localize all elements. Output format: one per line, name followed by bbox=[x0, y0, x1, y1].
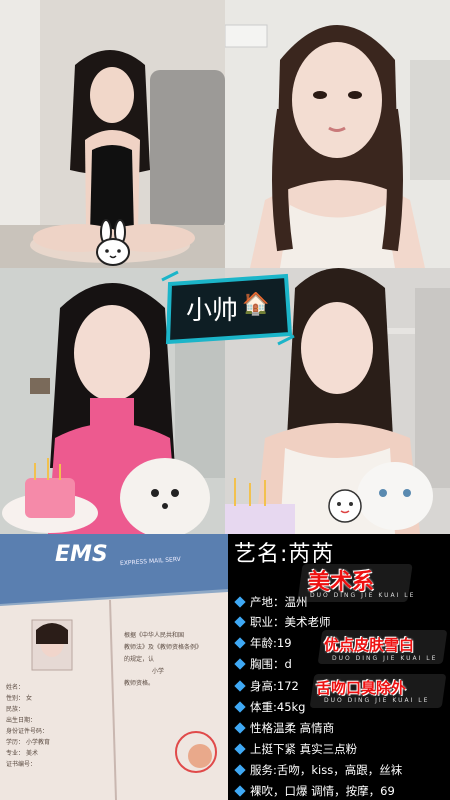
diamond-icon bbox=[234, 743, 246, 755]
cert-line: 教师资格。 bbox=[124, 680, 155, 687]
rabbit-sticker-icon bbox=[96, 219, 130, 266]
info-row-personality: 性格温柔 高情商 bbox=[234, 720, 334, 736]
profile-info-panel: 艺名:芮芮 美术系 DUO DING JIE KUAI LE 产地：温州 职业：… bbox=[228, 534, 450, 800]
diamond-icon bbox=[234, 701, 246, 713]
cert-line: 根据《中华人民共和国 bbox=[124, 632, 185, 639]
info-row-age: 年龄:19 bbox=[234, 635, 292, 651]
photo-sofa bbox=[0, 0, 225, 268]
info-row-text: 体重:45kg bbox=[250, 700, 306, 714]
info-row-text: 身高:172 bbox=[250, 679, 299, 693]
field-label: 出生日期： bbox=[6, 717, 37, 724]
field-label: 姓名： bbox=[6, 684, 25, 691]
diamond-icon bbox=[234, 658, 246, 670]
field-label: 学历： bbox=[6, 739, 25, 746]
sticker-subtitle: DUO DING JIE KUAI LE bbox=[324, 697, 430, 704]
cert-line: 小学 bbox=[152, 668, 165, 675]
ems-logo: EMS bbox=[55, 542, 108, 567]
house-icon: 🏠 bbox=[242, 292, 270, 317]
sticker-kiss: 舌吻口臭除外 bbox=[316, 679, 407, 697]
info-row-origin: 产地：温州 bbox=[234, 594, 308, 610]
diamond-icon bbox=[234, 596, 246, 608]
field-label: 性别： bbox=[6, 695, 25, 702]
info-row-bust: 胸围：d bbox=[234, 656, 292, 672]
name-badge: 小帅 🏠 bbox=[158, 262, 298, 354]
badge-label: 小帅 bbox=[186, 296, 239, 326]
certificate-text: 根据《中华人民共和国 教师法》及《教师资格条例》 的规定，认 小学 教师资格。 bbox=[124, 630, 202, 690]
photo-braids-image bbox=[225, 0, 450, 268]
info-row-job: 职业：美术老师 bbox=[234, 614, 331, 630]
diamond-icon bbox=[234, 616, 246, 628]
field-value: 女 bbox=[25, 695, 32, 702]
diamond-icon bbox=[234, 680, 246, 692]
info-row-services-2: 裸吹，口爆 调情，按摩，69 bbox=[234, 783, 395, 799]
info-row-text: 性格温柔 高情商 bbox=[250, 721, 335, 735]
field-value: 美术 bbox=[25, 750, 38, 757]
info-row-services: 服务:舌吻，kiss，高跟，丝袜 bbox=[234, 762, 402, 778]
info-row-text: 年龄:19 bbox=[250, 636, 292, 650]
sticker-subtitle: DUO DING JIE KUAI LE bbox=[332, 655, 438, 662]
field-label: 专业： bbox=[6, 750, 25, 757]
photo-teacher-certificate: EMS EXPRESS MAIL SERV 根据《中华人民共和国 教师法》及《教… bbox=[0, 534, 228, 800]
field-label: 身份证件号码： bbox=[6, 728, 49, 735]
diamond-icon bbox=[234, 764, 246, 776]
field-label: 民族： bbox=[6, 706, 25, 713]
cert-line: 的规定，认 bbox=[124, 656, 155, 663]
info-row-text: 胸围：d bbox=[250, 657, 292, 671]
certificate-fields: 姓名： 性别： 女 民族： 出生日期： 身份证件号码： 学历： 小学教育 专业：… bbox=[6, 682, 50, 770]
diamond-icon bbox=[234, 637, 246, 649]
info-row-weight: 体重:45kg bbox=[234, 699, 305, 715]
info-row-text: 职业：美术老师 bbox=[250, 615, 331, 629]
diamond-icon bbox=[234, 785, 246, 797]
info-row-text: 上挺下紧 真实三点粉 bbox=[250, 742, 358, 756]
info-row-text: 产地：温州 bbox=[250, 595, 308, 609]
field-label: 证书编号： bbox=[6, 761, 37, 768]
field-value: 小学教育 bbox=[25, 739, 50, 746]
sticker-subtitle: DUO DING JIE KUAI LE bbox=[310, 592, 416, 599]
info-row-text: 服务:舌吻，kiss，高跟，丝袜 bbox=[250, 763, 403, 777]
info-row-height: 身高:172 bbox=[234, 678, 299, 694]
sticker-skin: 优点皮肤雪白 bbox=[324, 636, 415, 654]
cert-line: 教师法》及《教师资格条例》 bbox=[124, 644, 203, 651]
diamond-icon bbox=[234, 722, 246, 734]
info-row-text: 裸吹，口爆 调情，按摩，69 bbox=[250, 784, 395, 798]
photo-braids bbox=[225, 0, 450, 268]
info-row-figure: 上挺下紧 真实三点粉 bbox=[234, 741, 357, 757]
